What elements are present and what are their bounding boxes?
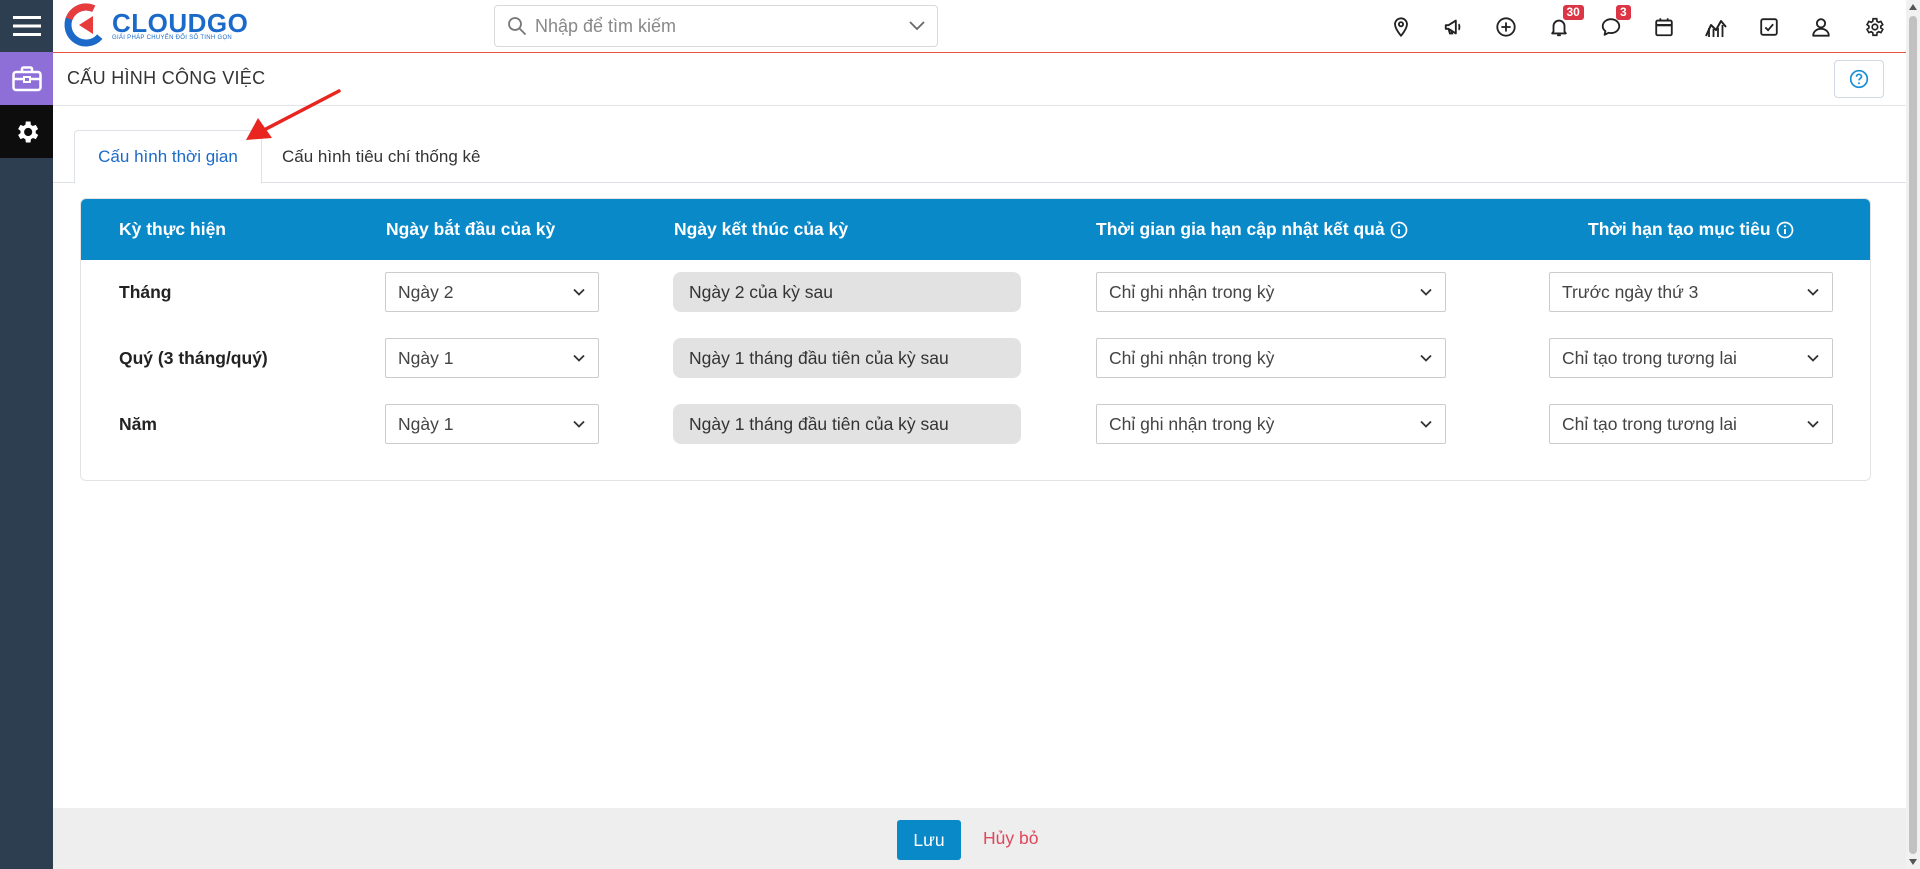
goal-deadline-select[interactable]: Chỉ tạo trong tương lai bbox=[1549, 338, 1833, 378]
select-value: Ngày 1 bbox=[398, 413, 454, 434]
config-gear-icon[interactable] bbox=[0, 105, 53, 158]
column-header-with-info: Thời gian gia hạn cập nhật kết quả bbox=[1096, 199, 1408, 260]
select-value: Ngày 1 bbox=[398, 347, 454, 368]
goal-deadline-select[interactable]: Chỉ tạo trong tương lai bbox=[1549, 404, 1833, 444]
select-value: Trước ngày thứ 3 bbox=[1562, 281, 1699, 302]
column-header: Ngày kết thúc của kỳ bbox=[674, 219, 849, 239]
search-icon bbox=[508, 17, 526, 35]
user-icon[interactable] bbox=[1795, 0, 1848, 53]
table-header: Kỳ thực hiện Ngày bắt đầu của kỳ Ngày kế… bbox=[81, 199, 1870, 260]
end-day-readonly-field: Ngày 1 tháng đầu tiên của kỳ sau bbox=[673, 404, 1021, 444]
scroll-up-arrow-icon[interactable] bbox=[1909, 4, 1917, 10]
left-sidebar bbox=[0, 0, 53, 869]
chevron-down-icon bbox=[572, 285, 586, 299]
end-day-readonly-field: Ngày 2 của kỳ sau bbox=[673, 272, 1021, 312]
chevron-down-icon[interactable] bbox=[909, 21, 925, 31]
logo-tagline: GIẢI PHÁP CHUYỂN ĐỔI SỐ TINH GỌN bbox=[112, 35, 233, 41]
table-row: Tháng Ngày 2 Ngày 2 của kỳ sau Chỉ ghi n… bbox=[81, 272, 1870, 338]
notification-count-badge: 30 bbox=[1562, 5, 1584, 20]
megaphone-icon[interactable] bbox=[1428, 0, 1481, 53]
extension-select[interactable]: Chỉ ghi nhận trong kỳ bbox=[1096, 338, 1446, 378]
start-day-select[interactable]: Ngày 2 bbox=[385, 272, 599, 312]
cloudgo-logo-mark bbox=[64, 3, 108, 47]
calendar-icon[interactable] bbox=[1638, 0, 1691, 53]
select-value: Chỉ ghi nhận trong kỳ bbox=[1109, 281, 1275, 302]
extension-select[interactable]: Chỉ ghi nhận trong kỳ bbox=[1096, 272, 1446, 312]
work-module-icon[interactable] bbox=[0, 52, 53, 105]
end-day-readonly-field: Ngày 1 tháng đầu tiên của kỳ sau bbox=[673, 338, 1021, 378]
chevron-down-icon bbox=[572, 417, 586, 431]
cancel-link[interactable]: Hủy bỏ bbox=[983, 828, 1038, 849]
period-label: Năm bbox=[119, 413, 157, 434]
chevron-down-icon bbox=[1806, 351, 1820, 365]
scrollbar-thumb[interactable] bbox=[1909, 16, 1917, 854]
search-input[interactable] bbox=[535, 15, 909, 37]
chat-icon[interactable]: 3 bbox=[1585, 0, 1638, 53]
scroll-down-arrow-icon[interactable] bbox=[1909, 859, 1917, 865]
cloudgo-logo[interactable]: CLOUDGO GIẢI PHÁP CHUYỂN ĐỔI SỐ TINH GỌN bbox=[63, 2, 248, 48]
period-label: Quý (3 tháng/quý) bbox=[119, 347, 268, 368]
task-check-icon[interactable] bbox=[1743, 0, 1796, 53]
select-value: Chỉ ghi nhận trong kỳ bbox=[1109, 347, 1275, 368]
top-header: CLOUDGO GIẢI PHÁP CHUYỂN ĐỔI SỐ TINH GỌN… bbox=[53, 0, 1906, 53]
chevron-down-icon bbox=[1419, 285, 1433, 299]
save-button[interactable]: Lưu bbox=[897, 820, 961, 860]
search-box[interactable] bbox=[494, 5, 938, 47]
select-value: Ngày 2 bbox=[398, 281, 454, 302]
chevron-down-icon bbox=[572, 351, 586, 365]
annotation-arrow-icon bbox=[246, 89, 341, 140]
column-header: Thời hạn tạo mục tiêu bbox=[1588, 219, 1771, 239]
message-count-badge: 3 bbox=[1616, 5, 1631, 20]
goal-deadline-select[interactable]: Trước ngày thứ 3 bbox=[1549, 272, 1833, 312]
chart-icon[interactable] bbox=[1690, 0, 1743, 53]
vertical-scrollbar[interactable] bbox=[1906, 0, 1920, 869]
column-header-with-info: Thời hạn tạo mục tiêu bbox=[1588, 199, 1794, 260]
start-day-select[interactable]: Ngày 1 bbox=[385, 404, 599, 444]
column-header: Thời gian gia hạn cập nhật kết quả bbox=[1096, 219, 1385, 239]
column-header: Ngày bắt đầu của kỳ bbox=[386, 219, 556, 239]
help-button[interactable] bbox=[1834, 60, 1884, 98]
table-row: Quý (3 tháng/quý) Ngày 1 Ngày 1 tháng đầ… bbox=[81, 338, 1870, 404]
add-circle-icon[interactable] bbox=[1480, 0, 1533, 53]
column-header: Kỳ thực hiện bbox=[119, 219, 226, 239]
period-label: Tháng bbox=[119, 281, 172, 302]
chevron-down-icon bbox=[1806, 285, 1820, 299]
start-day-select[interactable]: Ngày 1 bbox=[385, 338, 599, 378]
period-config-table: Kỳ thực hiện Ngày bắt đầu của kỳ Ngày kế… bbox=[80, 198, 1871, 481]
notifications-bell-icon[interactable]: 30 bbox=[1533, 0, 1586, 53]
page-title: CẤU HÌNH CÔNG VIỆC bbox=[67, 68, 266, 88]
header-icon-bar: 30 3 bbox=[1375, 0, 1900, 53]
settings-gear-icon[interactable] bbox=[1848, 0, 1901, 53]
logo-name: CLOUDGO bbox=[112, 8, 249, 38]
location-icon[interactable] bbox=[1375, 0, 1428, 53]
hamburger-menu-icon[interactable] bbox=[0, 0, 53, 52]
select-value: Chỉ tạo trong tương lai bbox=[1562, 347, 1737, 368]
info-icon[interactable] bbox=[1776, 221, 1794, 239]
form-footer: Lưu Hủy bỏ bbox=[53, 808, 1906, 869]
help-question-icon bbox=[1849, 69, 1869, 89]
select-value: Chỉ ghi nhận trong kỳ bbox=[1109, 413, 1275, 434]
chevron-down-icon bbox=[1419, 417, 1433, 431]
extension-select[interactable]: Chỉ ghi nhận trong kỳ bbox=[1096, 404, 1446, 444]
select-value: Chỉ tạo trong tương lai bbox=[1562, 413, 1737, 434]
chevron-down-icon bbox=[1419, 351, 1433, 365]
info-icon[interactable] bbox=[1390, 221, 1408, 239]
chevron-down-icon bbox=[1806, 417, 1820, 431]
table-row: Năm Ngày 1 Ngày 1 tháng đầu tiên của kỳ … bbox=[81, 404, 1870, 470]
tab-time-config[interactable]: Cấu hình thời gian bbox=[74, 130, 262, 184]
